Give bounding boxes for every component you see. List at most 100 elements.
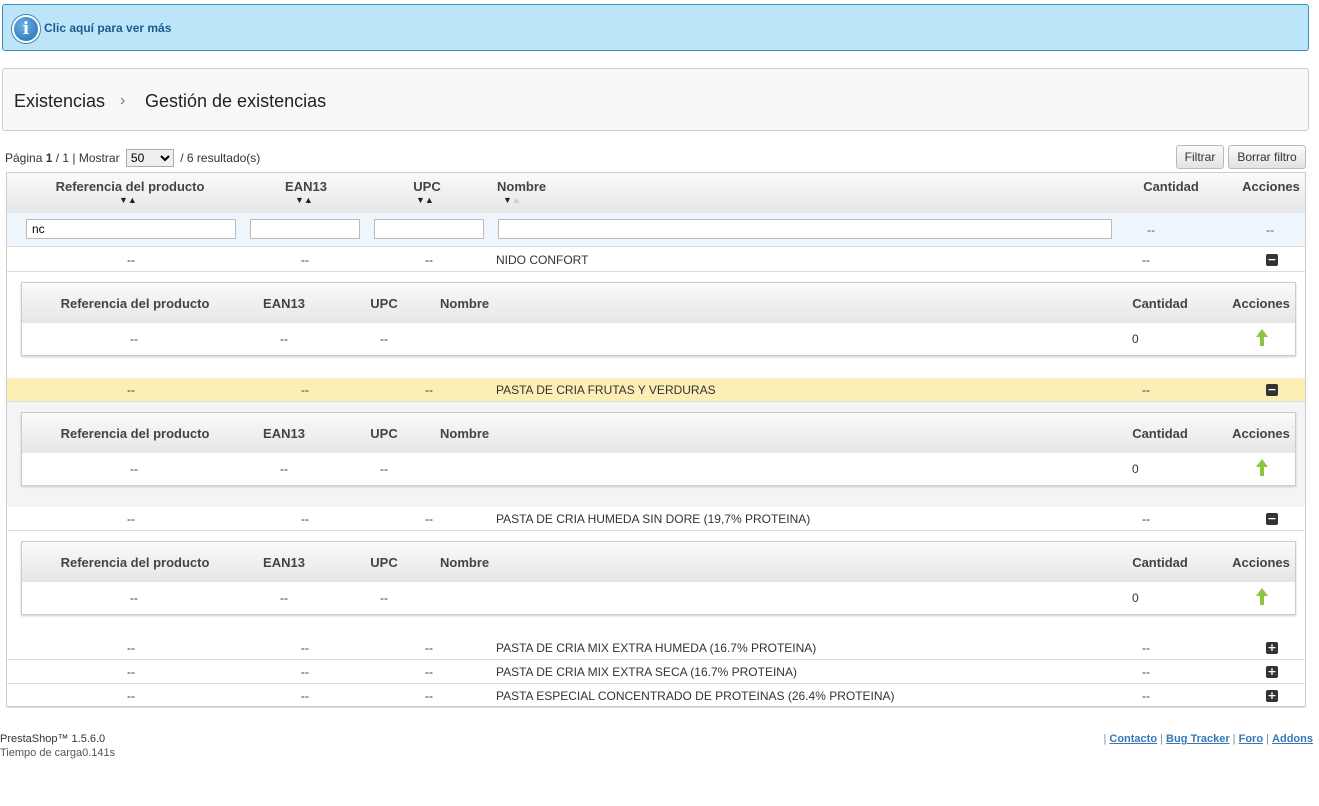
arrow-up-icon[interactable] [1255,459,1269,477]
detail-header-name: Nombre [440,296,490,311]
info-text[interactable]: Clic aquí para ver más [44,21,171,35]
footer-link-contacto[interactable]: Contacto [1109,733,1157,745]
per-page-select[interactable]: 50 [125,149,174,167]
reset-filter-button[interactable]: Borrar filtro [1228,145,1306,169]
row-ean: -- [301,665,309,679]
detail-ref: -- [130,462,138,476]
row-detail: Referencia del producto EAN13 UPC Nombre Can… [7,402,1305,507]
detail-header-upc: UPC [370,426,398,441]
column-header-upc[interactable]: UPC [413,179,440,194]
row-upc: -- [425,383,433,397]
filter-qty: -- [1147,223,1155,237]
sort-asc-icon[interactable]: ▲ [304,195,313,205]
row-ref: -- [127,641,135,655]
detail-header-ref: Referencia del producto [60,426,210,441]
detail-header-ref: Referencia del producto [60,555,210,570]
row-name: PASTA DE CRIA HUMEDA SIN DORE (19,7% PRO… [496,512,811,526]
show-label: Mostrar [78,151,120,165]
detail-header: Referencia del producto EAN13 UPC Nombre Can… [22,413,1295,453]
filter-upc-input[interactable] [374,219,484,239]
expand-icon[interactable]: + [1266,690,1278,702]
table-row[interactable]: -- -- -- PASTA DE CRIA MIX EXTRA SECA (16.7… [7,660,1305,684]
breadcrumb-parent[interactable]: Existencias [14,91,105,112]
detail-header-qty: Cantidad [1132,296,1188,311]
row-ref: -- [127,512,135,526]
table-row[interactable]: -- -- -- PASTA ESPECIAL CONCENTRADO DE PROT… [7,684,1305,708]
info-banner[interactable]: i Clic aquí para ver más [2,4,1309,51]
footer-link-bug-tracker[interactable]: Bug Tracker [1166,733,1230,745]
detail-qty: 0 [1132,591,1139,605]
detail-ean: -- [280,591,288,605]
detail-header-ean: EAN13 [263,426,305,441]
filter-name-input[interactable] [498,219,1112,239]
arrow-up-icon[interactable] [1255,588,1269,606]
table-row[interactable]: -- -- -- PASTA DE CRIA HUMEDA SIN DORE (19,… [7,507,1305,531]
sort-desc-icon[interactable]: ▼ [119,195,128,205]
filter-button[interactable]: Filtrar [1176,145,1224,169]
footer-link-foro[interactable]: Foro [1239,733,1263,745]
column-header-actions[interactable]: Acciones [1242,179,1300,194]
results-count: / 6 resultado(s) [180,151,261,165]
sort-asc-icon[interactable]: ▲ [128,195,137,205]
detail-header-ref: Referencia del producto [60,296,210,311]
sort-desc-icon[interactable]: ▼ [503,195,512,205]
footer-link-addons[interactable]: Addons [1272,733,1313,745]
detail-header-qty: Cantidad [1132,555,1188,570]
column-header-qty[interactable]: Cantidad [1143,179,1199,194]
row-upc: -- [425,512,433,526]
detail-header-name: Nombre [440,426,490,441]
sort-icons[interactable]: ▼▲ [119,195,137,205]
sort-icons[interactable]: ▼▲ [416,195,434,205]
filter-ref-input[interactable] [26,219,236,239]
column-header-ean[interactable]: EAN13 [285,179,327,194]
table-row[interactable]: -- -- -- PASTA DE CRIA FRUTAS Y VERDURAS -- − [7,378,1305,402]
sort-asc-icon[interactable]: ▲ [512,195,521,205]
row-qty: -- [1142,512,1150,526]
sort-asc-icon[interactable]: ▲ [425,195,434,205]
collapse-icon[interactable]: − [1266,384,1278,396]
pagination: Página 1 / 1 | Mostrar 50 / 6 resultado(… [5,149,260,167]
detail-upc: -- [380,591,388,605]
row-name: PASTA DE CRIA FRUTAS Y VERDURAS [496,383,716,397]
row-qty: -- [1142,665,1150,679]
sort-desc-icon[interactable]: ▼ [295,195,304,205]
row-ref: -- [127,665,135,679]
expand-icon[interactable]: + [1266,666,1278,678]
expand-icon[interactable]: + [1266,642,1278,654]
chevron-right-icon: › [120,92,126,109]
detail-ref: -- [130,332,138,346]
column-header-name[interactable]: Nombre [497,179,546,194]
detail-table: Referencia del producto EAN13 UPC Nombre Can… [21,282,1296,356]
row-ean: -- [301,253,309,267]
table-row[interactable]: -- -- -- PASTA DE CRIA MIX EXTRA HUMEDA (16… [7,636,1305,660]
detail-header-actions: Acciones [1232,426,1290,441]
collapse-icon[interactable]: − [1266,513,1278,525]
row-ref: -- [127,253,135,267]
row-upc: -- [425,689,433,703]
row-name: PASTA DE CRIA MIX EXTRA HUMEDA (16.7% PR… [496,641,817,655]
table-row[interactable]: -- -- -- NIDO CONFORT -- − [7,248,1305,272]
detail-header-ean: EAN13 [263,296,305,311]
detail-qty: 0 [1132,332,1139,346]
row-ean: -- [301,641,309,655]
row-ref: -- [127,689,135,703]
load-time: Tiempo de carga0.141s [0,747,116,759]
row-detail: Referencia del producto EAN13 UPC Nombre Can… [7,272,1305,377]
sort-icons[interactable]: ▼▲ [503,195,521,205]
arrow-up-icon[interactable] [1255,329,1269,347]
detail-header: Referencia del producto EAN13 UPC Nombre Can… [22,542,1295,582]
breadcrumb: Existencias › Gestión de existencias [2,68,1309,131]
detail-header: Referencia del producto EAN13 UPC Nombre Can… [22,283,1295,323]
collapse-icon[interactable]: − [1266,254,1278,266]
row-ean: -- [301,512,309,526]
sort-icons[interactable]: ▼▲ [295,195,313,205]
row-upc: -- [425,253,433,267]
detail-header-name: Nombre [440,555,490,570]
detail-header-actions: Acciones [1232,296,1290,311]
row-ean: -- [301,689,309,703]
sort-desc-icon[interactable]: ▼ [416,195,425,205]
column-header-ref[interactable]: Referencia del producto [56,179,205,194]
detail-header-upc: UPC [370,296,398,311]
info-icon: i [12,15,40,43]
filter-ean-input[interactable] [250,219,360,239]
